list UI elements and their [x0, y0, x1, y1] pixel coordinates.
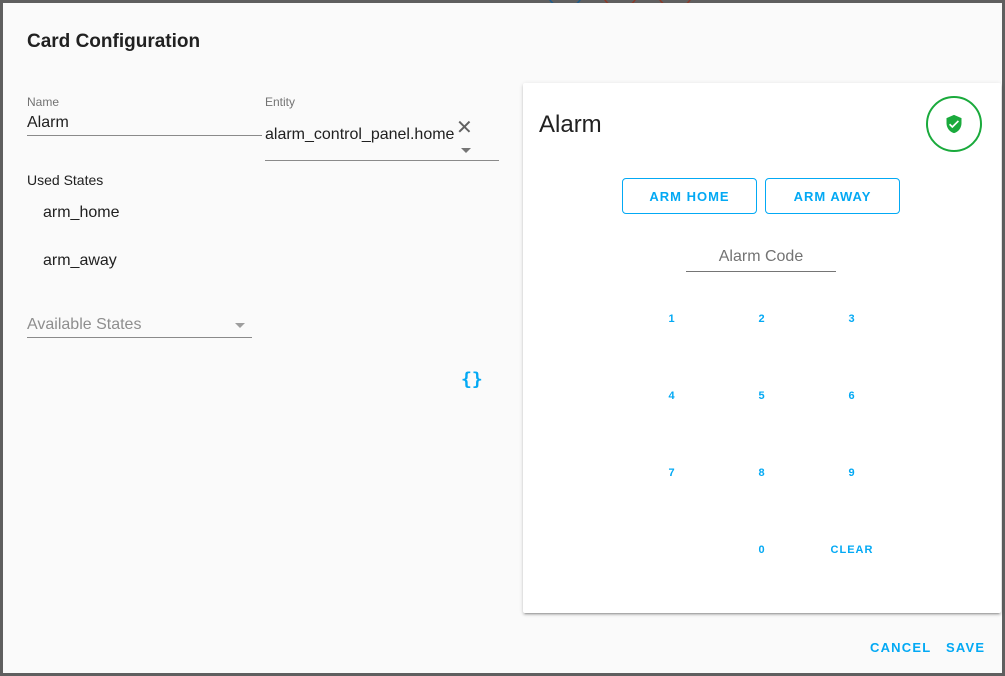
- shield-check-icon: [946, 114, 962, 134]
- keypad-clear-button[interactable]: CLEAR: [812, 535, 892, 565]
- name-field-underline: [27, 135, 262, 136]
- dialog-title: Card Configuration: [27, 31, 201, 52]
- entity-field-underline: [265, 160, 499, 161]
- card-title: Alarm: [539, 111, 602, 138]
- used-state-item[interactable]: arm_away: [43, 252, 117, 270]
- used-states-label: Used States: [27, 172, 104, 188]
- card-configuration-dialog: Card Configuration Name Alarm Entity ala…: [3, 3, 1002, 673]
- keypad-button-3[interactable]: 3: [812, 304, 892, 334]
- available-states-dropdown[interactable]: Available States: [27, 316, 141, 334]
- keypad-button-5[interactable]: 5: [722, 381, 802, 411]
- code-braces-icon[interactable]: {}: [461, 369, 483, 390]
- name-field-label: Name: [27, 95, 60, 109]
- alarm-preview-card: Alarm ARM HOME ARM AWAY 1 2 3 4 5 6 7 8 …: [523, 83, 1001, 613]
- keypad-button-9[interactable]: 9: [812, 458, 892, 488]
- entity-field-label: Entity: [265, 95, 296, 109]
- arrow-drop-down-icon[interactable]: [235, 323, 245, 328]
- close-icon[interactable]: ✕: [456, 115, 473, 140]
- alarm-state-badge[interactable]: [926, 96, 982, 152]
- entity-dropdown-arrow-icon[interactable]: [461, 148, 471, 153]
- used-state-item[interactable]: arm_home: [43, 204, 119, 222]
- keypad-button-0[interactable]: 0: [722, 535, 802, 565]
- keypad-button-7[interactable]: 7: [632, 458, 712, 488]
- arm-away-button[interactable]: ARM AWAY: [765, 178, 900, 214]
- entity-field[interactable]: alarm_control_panel.home: [265, 126, 454, 144]
- available-states-underline: [27, 337, 252, 338]
- keypad-button-1[interactable]: 1: [632, 304, 712, 334]
- save-button[interactable]: SAVE: [946, 640, 985, 655]
- name-field[interactable]: Alarm: [27, 114, 69, 132]
- keypad-button-2[interactable]: 2: [722, 304, 802, 334]
- cancel-button[interactable]: CANCEL: [870, 640, 931, 655]
- keypad-button-6[interactable]: 6: [812, 381, 892, 411]
- alarm-code-input[interactable]: [686, 243, 836, 272]
- keypad-button-8[interactable]: 8: [722, 458, 802, 488]
- arm-home-button[interactable]: ARM HOME: [622, 178, 757, 214]
- keypad-button-4[interactable]: 4: [632, 381, 712, 411]
